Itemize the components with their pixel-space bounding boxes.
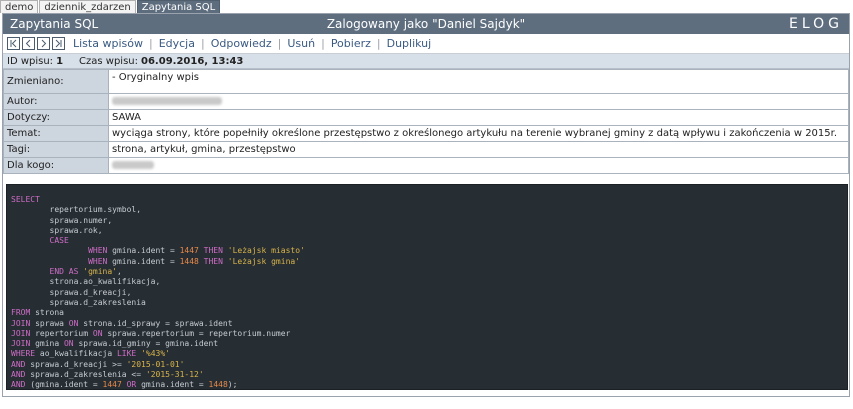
- first-entry-button[interactable]: [7, 37, 20, 50]
- attribute-row-autor: Autor:: [3, 93, 849, 110]
- logbook-tabs: demo dziennik_zdarzen Zapytania SQL: [0, 0, 221, 13]
- code-line: WHERE ao_kwalifikacja LIKE '%43%': [11, 349, 170, 359]
- redacted-text: [112, 97, 222, 105]
- last-entry-button[interactable]: [52, 37, 65, 50]
- attribute-name: Tagi:: [3, 141, 109, 158]
- menu-separator: |: [321, 37, 325, 50]
- code-line: WHEN gmina.ident = 1448 THEN 'Leżajsk gm…: [88, 256, 301, 266]
- menu-separator: |: [277, 37, 282, 50]
- attribute-value: strona, artykuł, gmina, przestępstwo: [108, 141, 849, 158]
- attribute-value-redacted: [108, 157, 849, 174]
- menu-separator: |: [376, 37, 381, 50]
- list-entries-link[interactable]: Lista wpisów: [73, 37, 143, 50]
- code-line: END AS 'gmina',: [49, 267, 122, 277]
- code-line: sprawa.numer,: [11, 215, 113, 225]
- entry-time-label: Czas wpisu:: [79, 55, 139, 67]
- entry-time-value: 06.09.2016, 13:43: [141, 55, 244, 67]
- entry-id-value: 1: [56, 55, 64, 67]
- code-line: sprawa.d_zakreslenia: [11, 297, 146, 307]
- attribute-value-redacted: [108, 93, 849, 110]
- code-line: AND sprawa.d_zakreslenia <= '2015-31-12': [11, 370, 204, 380]
- logged-in-user: Zalogowany jako "Daniel Sajdyk": [326, 17, 526, 31]
- logbook-title: Zapytania SQL: [10, 17, 99, 31]
- last-icon: [55, 39, 62, 48]
- reply-link[interactable]: Odpowiedz: [211, 37, 272, 50]
- attributes-table: Zmieniano: - Oryginalny wpis Autor: Doty…: [3, 69, 849, 174]
- code-line: JOIN sprawa ON strona.id_sprawy = sprawa…: [11, 318, 233, 328]
- attribute-value: SAWA: [108, 109, 849, 126]
- attribute-name: Dotyczy:: [3, 109, 109, 126]
- code-line: AND (gmina.ident = 1447 OR gmina.ident =…: [11, 380, 238, 390]
- attribute-value: wyciąga strony, które popełniły określon…: [108, 125, 849, 142]
- delete-link[interactable]: Usuń: [287, 37, 315, 50]
- previous-entry-button[interactable]: [22, 37, 35, 50]
- entry-text-code-block: SELECT repertorium.symbol, sprawa.numer,…: [6, 184, 848, 390]
- code-line: FROM strona: [11, 308, 64, 318]
- code-line: SELECT: [11, 195, 40, 204]
- menu-bar: Lista wpisów | Edycja | Odpowiedz | Usuń…: [3, 34, 849, 54]
- menu-separator: |: [200, 37, 205, 50]
- code-line: JOIN repertorium ON sprawa.repertorium =…: [11, 328, 291, 338]
- tab-zapytania-sql[interactable]: Zapytania SQL: [136, 0, 221, 13]
- attribute-row-temat: Temat: wyciąga strony, które popełniły o…: [3, 125, 849, 142]
- attribute-name: Autor:: [3, 93, 109, 110]
- attribute-row-tagi: Tagi: strona, artykuł, gmina, przestępst…: [3, 141, 849, 158]
- code-line: sprawa.rok,: [11, 225, 103, 235]
- previous-icon: [25, 39, 31, 48]
- sql-query: SELECT repertorium.symbol, sprawa.numer,…: [7, 185, 847, 391]
- next-icon: [41, 39, 47, 48]
- menu-separator: |: [148, 37, 153, 50]
- download-link[interactable]: Pobierz: [331, 37, 371, 50]
- next-entry-button[interactable]: [37, 37, 50, 50]
- attribute-row-dla-kogo: Dla kogo:: [3, 157, 849, 174]
- attribute-name: Temat:: [3, 125, 109, 142]
- code-line: WHEN gmina.ident = 1447 THEN 'Leżajsk mi…: [88, 246, 305, 256]
- tab-dziennik-zdarzen[interactable]: dziennik_zdarzen: [39, 0, 136, 13]
- attribute-name: Zmieniano:: [3, 69, 109, 94]
- edit-link[interactable]: Edycja: [159, 37, 195, 50]
- entry-id-bar: ID wpisu: 1 Czas wpisu: 06.09.2016, 13:4…: [3, 54, 849, 69]
- attribute-value: - Oryginalny wpis: [108, 69, 849, 94]
- elog-logo[interactable]: ELOG: [789, 14, 843, 34]
- code-line: JOIN gmina ON sprawa.id_gminy = gmina.id…: [11, 339, 219, 349]
- entry-id-label: ID wpisu:: [7, 55, 54, 67]
- title-bar: Zapytania SQL Zalogowany jako "Daniel Sa…: [3, 14, 849, 34]
- duplicate-link[interactable]: Duplikuj: [387, 37, 432, 50]
- tab-demo[interactable]: demo: [0, 0, 39, 13]
- code-line: strona.ao_kwalifikacja,: [11, 277, 161, 287]
- code-line: sprawa.d_kreacji,: [11, 287, 132, 297]
- redacted-text: [112, 161, 154, 169]
- code-line: CASE: [49, 236, 69, 246]
- code-line: repertorium.symbol,: [11, 205, 142, 215]
- code-line: AND sprawa.d_kreacji >= '2015-01-01': [11, 359, 185, 369]
- attribute-row-dotyczy: Dotyczy: SAWA: [3, 109, 849, 126]
- first-icon: [10, 39, 17, 48]
- attribute-row-zmieniano: Zmieniano: - Oryginalny wpis: [3, 69, 849, 94]
- entry-frame: Zapytania SQL Zalogowany jako "Daniel Sa…: [2, 13, 850, 397]
- attribute-name: Dla kogo:: [3, 157, 109, 174]
